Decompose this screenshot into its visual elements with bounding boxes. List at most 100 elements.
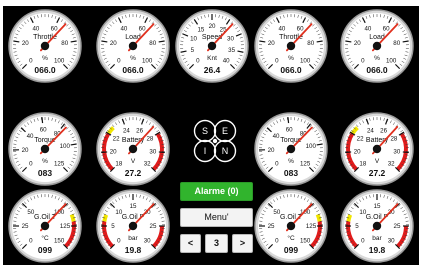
- gauge-tick-label: 25: [268, 223, 275, 230]
- gauge-hub: [40, 41, 50, 51]
- gauge-hub: [128, 41, 138, 51]
- gauge-unit: bar: [372, 235, 382, 242]
- gauge-unit: V: [131, 158, 136, 165]
- alarm-button[interactable]: Alarme (0): [180, 182, 253, 201]
- gauge-tick-label: 35: [228, 47, 235, 54]
- gauge-unit: %: [42, 158, 48, 165]
- gauge-tick-label: 28: [390, 136, 397, 143]
- gauge-unit: %: [288, 55, 294, 62]
- gauge-tick-label: 150: [54, 237, 65, 244]
- gauge-tick-label: 0: [275, 57, 279, 64]
- gauge-tick-label: 125: [54, 160, 65, 167]
- gauge-hub: [286, 41, 296, 51]
- gauge-tick-label: 24: [123, 127, 130, 134]
- page-number: 3: [205, 234, 228, 253]
- gauge-tick-label: 0: [361, 57, 365, 64]
- gauge-tick-label: 40: [27, 133, 34, 140]
- gauge-unit: °C: [41, 234, 49, 242]
- gauge-tick-label: 60: [286, 126, 293, 133]
- gauge-tick-label: 20: [22, 40, 29, 47]
- gauge-unit: %: [42, 55, 48, 62]
- gauge-tick-label: 22: [357, 136, 364, 143]
- gauge-readout: 066.0: [366, 65, 388, 75]
- gauge-major-tick: [158, 151, 165, 154]
- speed-gauge: 051015 20 25303540SpeedKnt26.4: [175, 9, 249, 83]
- gauge-tick-label: 15: [130, 203, 137, 210]
- gauge-tick-label: 0: [275, 160, 279, 167]
- gauge-tick-label: 30: [144, 237, 151, 244]
- gauge-tick-label: 30: [227, 36, 234, 43]
- gauge-readout: 066.0: [122, 65, 144, 75]
- prev-page-button[interactable]: <: [180, 234, 201, 253]
- gauge-tick-label: 24: [367, 127, 374, 134]
- gauge-tick-label: 150: [300, 237, 311, 244]
- gauge-tick-label: 80: [393, 40, 400, 47]
- gauge-tick-label: 26: [136, 127, 143, 134]
- gauge-readout: 099: [284, 245, 298, 255]
- logo-letter-i: I: [204, 146, 207, 156]
- gauge-tick-label: 100: [300, 57, 311, 64]
- gear-oil-temp-gauge: 02550 100125150G.Oil T°C099: [8, 189, 82, 263]
- load-gauge: 02040 6080100Load%066.0: [96, 9, 170, 83]
- gauge-tick-label: 0: [117, 237, 121, 244]
- gauge-tick-label: 0: [29, 160, 33, 167]
- gauge-tick-label: 125: [300, 160, 311, 167]
- gauge-hub: [286, 144, 296, 154]
- gauge-tick-label: 40: [120, 25, 127, 32]
- gauge-hub: [372, 41, 382, 51]
- gauge-tick-label: 100: [60, 143, 71, 150]
- gauge-tick-label: 25: [150, 223, 157, 230]
- gauge-tick-label: 18: [359, 160, 366, 167]
- next-page-button[interactable]: >: [232, 234, 253, 253]
- gauge-tick-label: 100: [386, 57, 397, 64]
- gauge-tick-label: 20: [209, 23, 216, 30]
- logo-letter-e: E: [222, 126, 228, 136]
- gauge-tick-label: 0: [361, 237, 365, 244]
- gauge-major-tick: [402, 151, 409, 154]
- gauge-tick-label: 60: [40, 126, 47, 133]
- gauge-tick-label: 18: [115, 160, 122, 167]
- gauge-readout: 066.0: [280, 65, 302, 75]
- gauge-tick-label: 20: [354, 148, 361, 155]
- gauge-hub: [128, 144, 138, 154]
- gauge-tick-label: 80: [149, 40, 156, 47]
- dashboard-screen: 0 20 40 60 80 100 Throttle% 066.0 0 20 40 60 80 100 Lo…: [0, 0, 421, 270]
- gauge-tick-label: 0: [117, 57, 121, 64]
- gear-oil-pressure-gauge-2: 051015202530G.Oil Pbar19.8: [340, 189, 414, 263]
- gauge-readout: 099: [38, 245, 52, 255]
- gauge-tick-label: 20: [268, 147, 275, 154]
- four-circle-logo-icon: S E I N: [193, 119, 237, 163]
- gauge-major-tick: [287, 117, 290, 124]
- gauge-major-tick: [101, 151, 108, 154]
- gauge-tick-label: 40: [364, 25, 371, 32]
- gauge-unit: %: [288, 158, 294, 165]
- gauge-tick-label: 32: [144, 160, 151, 167]
- gauge-unit: bar: [128, 235, 138, 242]
- gauge-tick-label: 28: [146, 136, 153, 143]
- gauge-tick-label: 10: [190, 36, 197, 43]
- gauge-tick-label: 40: [32, 25, 39, 32]
- gauge-tick-label: 0: [275, 237, 279, 244]
- gauge-tick-label: 125: [306, 223, 317, 230]
- gauge-tick-label: 60: [139, 25, 146, 32]
- gauge-unit: V: [375, 158, 380, 165]
- gauge-major-tick: [41, 117, 44, 124]
- throttle-gauge-2: 02040 6080100Throttle%066.0: [254, 9, 328, 83]
- gauge-hub: [372, 221, 382, 231]
- gauge-tick-label: 100: [306, 143, 317, 150]
- gauge-tick-label: 30: [388, 237, 395, 244]
- menu-button[interactable]: Menu': [180, 208, 253, 227]
- gauge-tick-label: 5: [355, 223, 359, 230]
- gauge-tick-label: 125: [60, 223, 71, 230]
- gauge-tick-label: 25: [394, 223, 401, 230]
- gauge-hub: [207, 41, 217, 51]
- gauge-unit: °C: [287, 234, 295, 242]
- gauge-tick-label: 22: [113, 136, 120, 143]
- gauge-tick-label: 15: [197, 27, 204, 34]
- gauge-tick-label: 5: [191, 47, 195, 54]
- gauge-tick-label: 30: [393, 148, 400, 155]
- gauge-hub: [40, 221, 50, 231]
- logo-letter-n: N: [222, 146, 229, 156]
- gauge-tick-label: 40: [223, 57, 230, 64]
- gauge-tick-label: 20: [110, 40, 117, 47]
